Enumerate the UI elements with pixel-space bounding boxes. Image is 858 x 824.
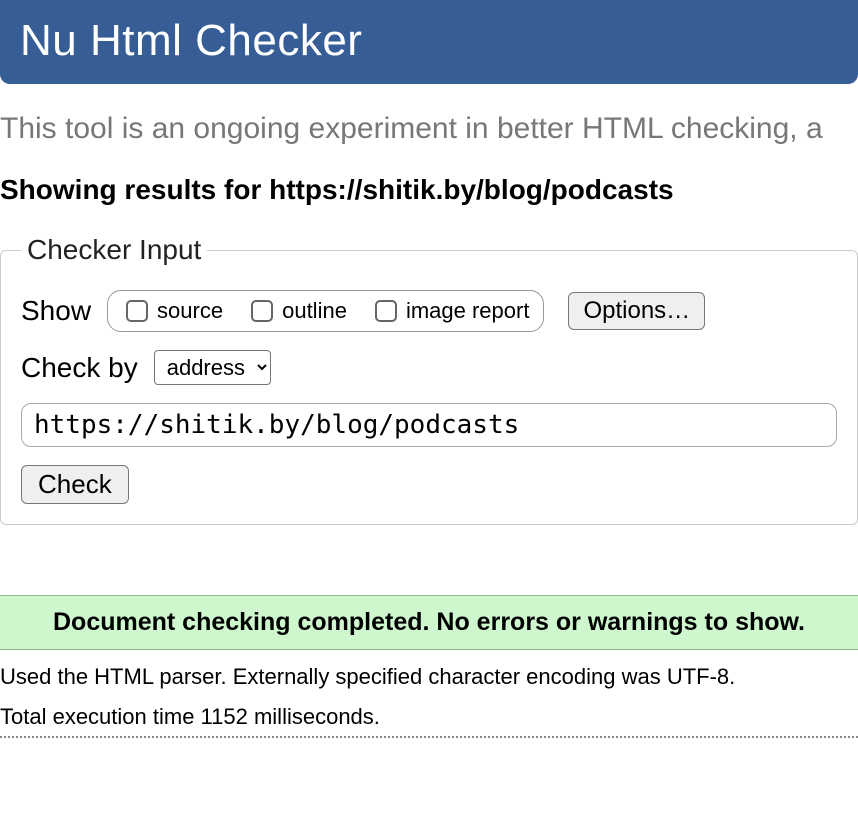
check-button[interactable]: Check	[21, 465, 129, 504]
parser-info: Used the HTML parser. Externally specifi…	[0, 664, 858, 690]
page-title: Nu Html Checker	[20, 16, 362, 65]
source-checkbox[interactable]	[126, 300, 148, 322]
header-banner: Nu Html Checker	[0, 0, 858, 84]
image-report-checkbox-text: image report	[406, 298, 530, 324]
check-row: Check	[21, 465, 837, 504]
checkby-label: Check by	[21, 352, 138, 384]
image-report-checkbox[interactable]	[375, 300, 397, 322]
source-checkbox-label[interactable]: source	[122, 297, 223, 325]
checkby-select[interactable]: address	[154, 350, 271, 385]
divider	[0, 736, 858, 738]
success-banner: Document checking completed. No errors o…	[0, 595, 858, 650]
source-checkbox-text: source	[157, 298, 223, 324]
results-heading: Showing results for https://shitik.by/bl…	[0, 174, 858, 206]
outline-checkbox[interactable]	[251, 300, 273, 322]
options-button[interactable]: Options…	[568, 292, 705, 330]
image-report-checkbox-label[interactable]: image report	[371, 297, 530, 325]
tool-description: This tool is an ongoing experiment in be…	[0, 112, 858, 146]
checkby-row: Check by address	[21, 350, 837, 385]
show-label: Show	[21, 295, 91, 327]
execution-time: Total execution time 1152 milliseconds.	[0, 704, 858, 730]
url-input[interactable]	[21, 403, 837, 447]
checker-input-fieldset: Checker Input Show source outline image …	[0, 234, 858, 525]
outline-checkbox-text: outline	[282, 298, 347, 324]
checker-input-legend: Checker Input	[21, 234, 207, 266]
show-options-group: source outline image report	[107, 290, 544, 332]
outline-checkbox-label[interactable]: outline	[247, 297, 347, 325]
show-row: Show source outline image report Options…	[21, 290, 837, 332]
